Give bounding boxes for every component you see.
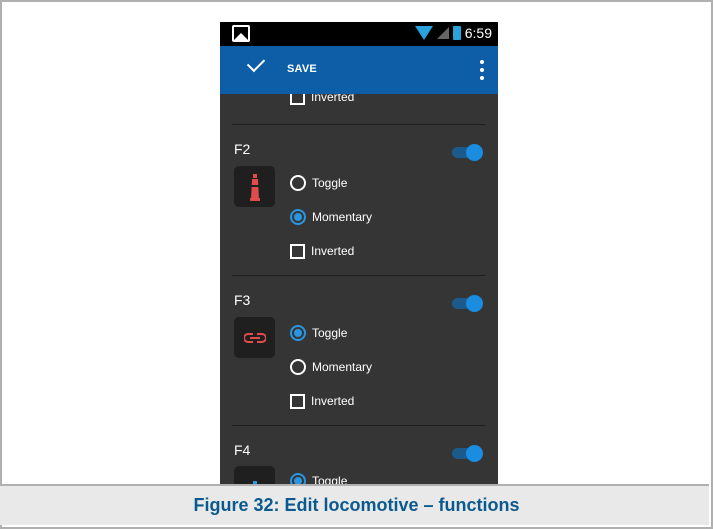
inverted-checkbox-row[interactable]: Inverted <box>290 392 354 410</box>
function-enabled-toggle[interactable] <box>452 445 484 462</box>
radio-button-selected[interactable] <box>290 209 306 225</box>
bell-icon <box>234 466 275 484</box>
momentary-label: Momentary <box>312 210 373 224</box>
toggle-radio-row[interactable]: Toggle <box>290 324 347 342</box>
status-bar: 6:59 <box>220 22 498 46</box>
status-indicators: 6:59 <box>414 25 492 41</box>
app-bar: SAVE <box>220 46 498 94</box>
divider <box>232 124 486 125</box>
radio-button-selected[interactable] <box>290 325 306 341</box>
divider <box>232 425 486 426</box>
wifi-icon <box>414 26 433 40</box>
phone-screen: 6:59 SAVE Inverted F2 Toggle Momentary I… <box>220 22 498 484</box>
checkbox[interactable] <box>290 243 305 259</box>
functions-list: Inverted F2 Toggle Momentary Inverted F3… <box>220 94 498 484</box>
battery-icon <box>452 26 461 40</box>
momentary-radio-row[interactable]: Momentary <box>290 358 372 376</box>
signal-icon <box>436 27 449 39</box>
divider <box>232 275 486 276</box>
status-time: 6:59 <box>464 25 492 41</box>
function-enabled-toggle[interactable] <box>452 295 484 312</box>
inverted-checkbox-row[interactable]: Inverted <box>290 242 354 260</box>
check-icon[interactable] <box>246 53 266 73</box>
inverted-label: Inverted <box>311 94 355 104</box>
coupler-icon-glyph <box>243 332 266 343</box>
radio-button[interactable] <box>290 175 306 191</box>
save-button[interactable]: SAVE <box>287 63 317 75</box>
toggle-label: Toggle <box>312 176 348 190</box>
lighthouse-icon-glyph <box>249 173 260 201</box>
checkbox[interactable] <box>290 94 305 105</box>
radio-button-selected[interactable] <box>290 473 306 484</box>
radio-button[interactable] <box>290 359 306 375</box>
image-notification-icon <box>232 25 250 42</box>
momentary-radio-row[interactable]: Momentary <box>290 208 372 226</box>
inverted-label: Inverted <box>311 394 355 408</box>
function-label: F3 <box>234 292 251 308</box>
coupler-icon <box>234 317 275 358</box>
checkbox[interactable] <box>290 393 305 409</box>
function-enabled-toggle[interactable] <box>452 144 484 161</box>
function-label: F4 <box>234 442 251 458</box>
bell-icon-glyph <box>252 480 257 484</box>
toggle-radio-row[interactable]: Toggle <box>290 472 347 484</box>
inverted-checkbox-row[interactable]: Inverted <box>290 94 354 106</box>
overflow-menu-icon[interactable] <box>480 60 484 80</box>
inverted-label: Inverted <box>311 244 355 258</box>
toggle-label: Toggle <box>312 326 348 340</box>
function-label: F2 <box>234 141 251 157</box>
figure-caption: Figure 32: Edit locomotive – functions <box>193 495 520 515</box>
momentary-label: Momentary <box>312 360 373 374</box>
lighthouse-icon <box>234 166 275 207</box>
toggle-label: Toggle <box>312 474 348 484</box>
toggle-radio-row[interactable]: Toggle <box>290 174 347 192</box>
